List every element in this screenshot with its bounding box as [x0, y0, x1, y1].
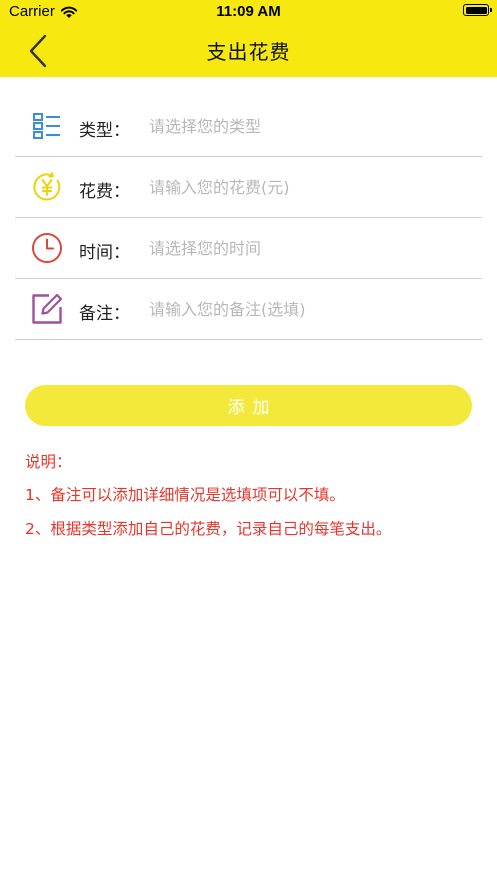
- form-row-type[interactable]: 类型：: [15, 96, 482, 157]
- form-row-time[interactable]: 时间：: [15, 218, 482, 279]
- instruction-item: 2、根据类型添加自己的花费，记录自己的每笔支出。: [25, 520, 392, 538]
- instructions: 说明： 1、备注可以添加详细情况是选填项可以不填。 2、根据类型添加自己的花费，…: [25, 452, 485, 540]
- type-label: 类型：: [79, 121, 130, 141]
- type-select-field[interactable]: [149, 112, 469, 140]
- time-label: 时间：: [79, 243, 130, 263]
- cost-input[interactable]: [149, 173, 469, 201]
- yen-coin-icon: [33, 172, 61, 201]
- status-bar: Carrier 11:09 AM: [0, 0, 497, 26]
- instruction-item: 1、备注可以添加详细情况是选填项可以不填。: [25, 486, 345, 504]
- form-row-note[interactable]: 备注：: [15, 279, 482, 340]
- cost-label: 花费：: [79, 182, 130, 202]
- note-label: 备注：: [79, 304, 130, 324]
- form-row-cost[interactable]: 花费：: [15, 157, 482, 218]
- battery-icon: [463, 4, 492, 16]
- instructions-title: 说明：: [25, 453, 72, 471]
- list-category-icon: [33, 113, 60, 139]
- header: Carrier 11:09 AM 支出花费: [0, 0, 497, 77]
- add-button[interactable]: 添加: [25, 385, 472, 426]
- time-select-field[interactable]: [149, 234, 469, 262]
- page-title: 支出花费: [206, 40, 291, 64]
- clock-icon: [32, 233, 62, 263]
- app-screen: Carrier 11:09 AM 支出花费 类型： 请选择您的类型 花费： 请输…: [0, 0, 497, 883]
- expense-form: 类型： 花费： 时间： 备注：: [15, 96, 482, 340]
- note-input[interactable]: [149, 295, 469, 323]
- edit-note-icon: [32, 293, 63, 324]
- status-time: 11:09 AM: [216, 3, 281, 20]
